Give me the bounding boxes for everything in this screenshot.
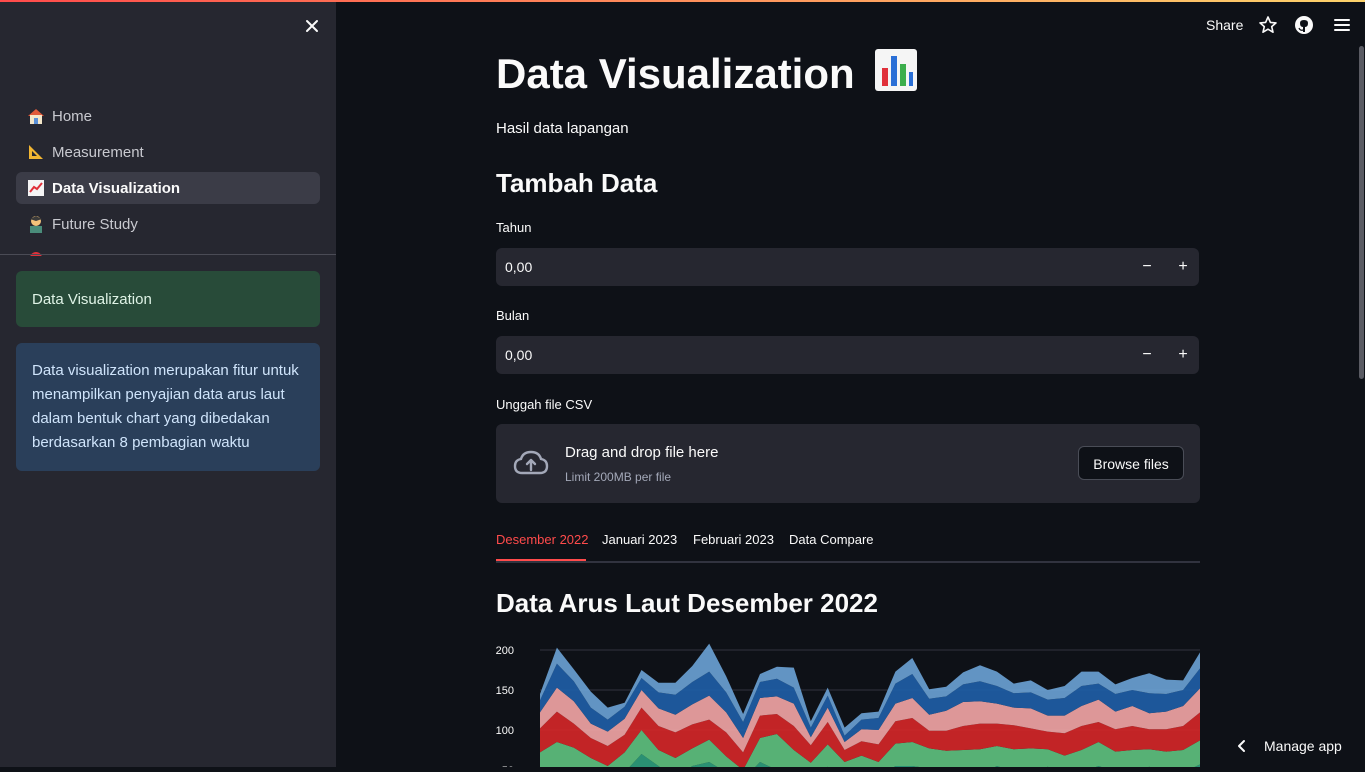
chart-title: Data Arus Laut Desember 2022	[496, 588, 878, 618]
active-tab-indicator	[496, 559, 586, 561]
page-title-text: Data Visualization	[496, 50, 855, 97]
success-alert-text: Data Visualization	[32, 290, 152, 308]
tahun-decrement-button[interactable]: −	[1135, 255, 1159, 279]
chart-increasing-icon	[26, 178, 46, 198]
upload-limit: Limit 200MB per file	[565, 470, 672, 484]
y-tick-label: 100	[496, 725, 514, 737]
tab-data-compare[interactable]: Data Compare	[789, 532, 874, 547]
pin-icon	[26, 250, 46, 256]
stacked-area-chart: 20015010050	[496, 630, 1200, 772]
sidebar-divider	[0, 254, 336, 255]
y-tick-label: 200	[496, 645, 514, 657]
sidebar-nav: Home Measurement Data Visualization Futu…	[16, 100, 320, 256]
sidebar-item-label: Measurement	[52, 143, 144, 161]
sidebar: Home Measurement Data Visualization Futu…	[0, 0, 336, 767]
info-alert-text: Data visualization merupakan fitur untuk…	[32, 362, 299, 451]
sidebar-item-home[interactable]: Home	[16, 100, 320, 132]
close-icon	[306, 20, 318, 32]
browse-files-button[interactable]: Browse files	[1078, 446, 1184, 480]
top-decoration-bar	[0, 0, 1365, 2]
close-sidebar-button[interactable]	[301, 15, 323, 37]
bulan-increment-button[interactable]: +	[1171, 343, 1195, 367]
y-tick-label: 150	[496, 685, 514, 697]
hamburger-menu-icon[interactable]	[1332, 15, 1352, 35]
page-caption: Hasil data lapangan	[496, 120, 629, 137]
share-button[interactable]: Share	[1206, 17, 1243, 33]
chevron-left-icon	[1232, 736, 1252, 756]
sidebar-item-label: Home	[52, 107, 93, 125]
tab-februari-2023[interactable]: Februari 2023	[693, 532, 774, 547]
upload-label: Unggah file CSV	[496, 397, 593, 412]
github-icon[interactable]	[1294, 15, 1314, 35]
section-title-tambah-data: Tambah Data	[496, 168, 658, 198]
manage-app-button[interactable]: Manage app	[1232, 736, 1342, 756]
page-title: Data Visualization	[496, 48, 918, 98]
upload-title: Drag and drop file here	[565, 444, 719, 461]
page-scrollbar[interactable]	[1359, 46, 1364, 379]
sidebar-item-measurement[interactable]: Measurement	[16, 136, 320, 168]
manage-app-label: Manage app	[1264, 738, 1342, 754]
bulan-label: Bulan	[496, 308, 530, 323]
student-icon	[26, 214, 46, 234]
sidebar-item-data-visualization[interactable]: Data Visualization	[16, 172, 320, 204]
sidebar-item-label: Data Visualization	[52, 179, 181, 197]
bulan-number-input[interactable]: 0,00 − +	[496, 336, 1199, 374]
bulan-decrement-button[interactable]: −	[1135, 343, 1159, 367]
bar-chart-icon	[874, 48, 918, 92]
sidebar-item-label: Future Study	[52, 215, 138, 233]
chart-svg: 20015010050	[496, 643, 1200, 772]
tab-januari-2023[interactable]: Januari 2023	[602, 532, 677, 547]
tahun-value[interactable]: 0,00	[505, 259, 532, 275]
tahun-number-input[interactable]: 0,00 − +	[496, 248, 1199, 286]
house-icon	[26, 106, 46, 126]
tab-bar: Desember 2022 Januari 2023 Februari 2023…	[496, 530, 1200, 563]
tahun-increment-button[interactable]: +	[1171, 255, 1195, 279]
star-icon[interactable]	[1258, 15, 1278, 35]
bulan-value[interactable]: 0,00	[505, 347, 532, 363]
success-alert: Data Visualization	[16, 271, 320, 327]
file-uploader-dropzone[interactable]: Drag and drop file here Limit 200MB per …	[496, 424, 1200, 503]
info-alert: Data visualization merupakan fitur untuk…	[16, 343, 320, 471]
triangle-ruler-icon	[26, 142, 46, 162]
sidebar-item-future-study[interactable]: Future Study	[16, 208, 320, 240]
tahun-label: Tahun	[496, 220, 532, 235]
tab-desember-2022[interactable]: Desember 2022	[496, 532, 589, 547]
cloud-upload-icon	[512, 448, 550, 478]
